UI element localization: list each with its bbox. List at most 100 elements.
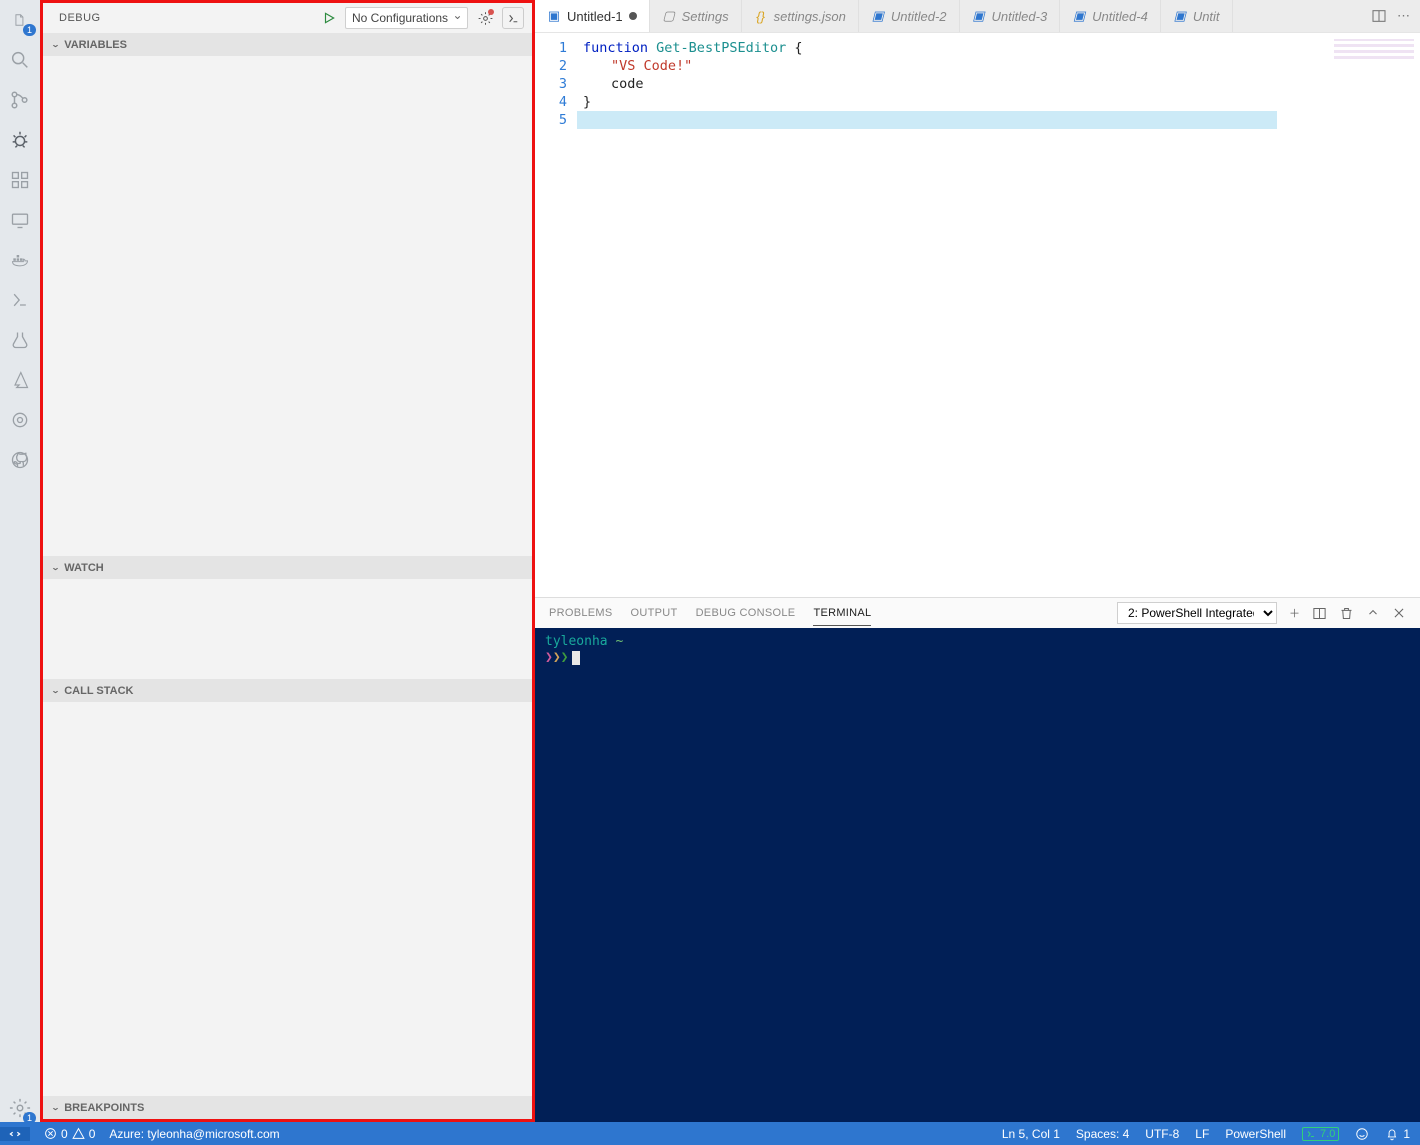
settings-badge: 1	[23, 1112, 36, 1124]
sidebar-header: DEBUG No Configurations	[43, 3, 532, 33]
docker-icon[interactable]	[6, 246, 34, 274]
warning-count: 0	[89, 1127, 96, 1141]
scm-icon[interactable]	[6, 86, 34, 114]
code-content[interactable]: function Get-BestPSEditor { "VS Code!" c…	[577, 33, 1420, 597]
token: code	[611, 76, 644, 92]
status-problems[interactable]: 0 0	[44, 1127, 95, 1141]
split-terminal-icon[interactable]	[1312, 606, 1327, 621]
tab-label: settings.json	[774, 9, 846, 24]
tab-untitled-4[interactable]: ▣ Untitled-4	[1060, 0, 1161, 32]
azure-icon[interactable]	[6, 366, 34, 394]
prompt-chevron: ❯	[553, 650, 561, 665]
tab-label: Untit	[1193, 9, 1220, 24]
status-feedback-icon[interactable]	[1355, 1127, 1369, 1141]
prompt-chevron: ❯	[545, 650, 553, 665]
code-editor[interactable]: 1 2 3 4 5 function Get-BestPSEditor { "V…	[535, 33, 1420, 597]
token: {	[794, 40, 802, 56]
remote-icon[interactable]	[6, 206, 34, 234]
prompt-chevron: ❯	[561, 650, 569, 665]
token-string: "VS Code!"	[611, 58, 692, 74]
debug-console-toggle[interactable]	[502, 7, 524, 29]
line-number: 4	[535, 93, 567, 111]
remote-indicator[interactable]	[0, 1127, 30, 1141]
status-ps-version[interactable]: 7.0	[1302, 1127, 1339, 1141]
chevron-down-icon: ⌄	[51, 563, 60, 572]
tab-untitled-3[interactable]: ▣ Untitled-3	[960, 0, 1061, 32]
tab-untitled-2[interactable]: ▣ Untitled-2	[859, 0, 960, 32]
powershell-file-icon: ▣	[871, 9, 885, 23]
debug-config-select[interactable]: No Configurations	[345, 7, 468, 29]
status-lncol[interactable]: Ln 5, Col 1	[1002, 1127, 1060, 1141]
search-icon[interactable]	[6, 46, 34, 74]
chevron-down-icon: ⌄	[51, 1103, 60, 1112]
terminal-select[interactable]: 2: PowerShell Integrated Con	[1117, 602, 1277, 624]
extensions-icon[interactable]	[6, 166, 34, 194]
tab-label: Untitled-4	[1092, 9, 1148, 24]
minimap[interactable]	[1334, 39, 1414, 59]
test-icon[interactable]	[6, 326, 34, 354]
start-debug-button[interactable]	[319, 8, 339, 28]
close-panel-icon[interactable]	[1392, 606, 1406, 620]
panel-tab-debug-console[interactable]: DEBUG CONSOLE	[696, 607, 796, 619]
tab-settings-json[interactable]: {} settings.json	[742, 0, 859, 32]
split-editor-icon[interactable]	[1371, 8, 1387, 24]
status-spaces[interactable]: Spaces: 4	[1076, 1127, 1129, 1141]
debug-icon[interactable]	[6, 126, 34, 154]
terminal-user: tyleonha	[545, 634, 608, 649]
tab-settings[interactable]: ▢ Settings	[650, 0, 742, 32]
error-count: 0	[61, 1127, 68, 1141]
powershell-ext-icon[interactable]	[6, 286, 34, 314]
line-gutter: 1 2 3 4 5	[535, 33, 577, 597]
maximize-panel-icon[interactable]	[1366, 606, 1380, 620]
app-root: 1	[0, 0, 1420, 1145]
explorer-icon[interactable]: 1	[6, 6, 34, 34]
tab-untitled-5[interactable]: ▣ Untit	[1161, 0, 1233, 32]
file-icon: ▢	[662, 9, 676, 23]
explorer-badge: 1	[23, 24, 36, 36]
debug-sidebar: DEBUG No Configurations ⌄	[40, 0, 535, 1122]
status-notifications[interactable]: 1	[1385, 1127, 1410, 1141]
breakpoints-label: BREAKPOINTS	[64, 1102, 144, 1114]
powershell-file-icon: ▣	[972, 9, 986, 23]
callstack-section-header[interactable]: ⌄ CALL STACK	[43, 679, 532, 702]
configure-debug-button[interactable]	[474, 7, 496, 29]
new-terminal-icon[interactable]: ＋	[1289, 605, 1300, 621]
kill-terminal-icon[interactable]	[1339, 606, 1354, 621]
chevron-down-icon: ⌄	[51, 40, 60, 49]
status-eol[interactable]: LF	[1195, 1127, 1209, 1141]
github-icon[interactable]	[6, 446, 34, 474]
panel-tab-problems[interactable]: PROBLEMS	[549, 607, 613, 619]
token-keyword: function	[583, 40, 648, 56]
status-language[interactable]: PowerShell	[1225, 1127, 1286, 1141]
panel-tab-output[interactable]: OUTPUT	[631, 607, 678, 619]
dirty-indicator	[629, 12, 637, 20]
terminal-path: ~	[615, 634, 623, 649]
status-encoding[interactable]: UTF-8	[1145, 1127, 1179, 1141]
status-azure[interactable]: Azure: tyleonha@microsoft.com	[109, 1127, 279, 1141]
editor-tabs: ▣ Untitled-1 ▢ Settings {} settings.json…	[535, 0, 1420, 33]
watch-section-header[interactable]: ⌄ WATCH	[43, 556, 532, 579]
powershell-file-icon: ▣	[1072, 9, 1086, 23]
terminal-cursor	[572, 651, 580, 665]
tab-label: Untitled-1	[567, 9, 623, 24]
panel-tab-terminal[interactable]: TERMINAL	[813, 607, 871, 626]
line-number: 5	[535, 111, 567, 129]
variables-section-body	[43, 56, 532, 556]
misc-ext-icon[interactable]	[6, 406, 34, 434]
line-highlight	[577, 111, 1277, 129]
callstack-section-body	[43, 702, 532, 1096]
tab-label: Untitled-3	[992, 9, 1048, 24]
powershell-file-icon: ▣	[1173, 9, 1187, 23]
callstack-label: CALL STACK	[64, 685, 133, 697]
main-area: 1	[0, 0, 1420, 1122]
terminal-body[interactable]: tyleonha ~ ❯❯❯	[535, 628, 1420, 1122]
line-number: 2	[535, 57, 567, 75]
breakpoints-section-header[interactable]: ⌄ BREAKPOINTS	[43, 1096, 532, 1119]
more-actions-icon[interactable]: ⋯	[1397, 8, 1410, 24]
settings-icon[interactable]: 1	[6, 1094, 34, 1122]
variables-section-header[interactable]: ⌄ VARIABLES	[43, 33, 532, 56]
panel-tabs: PROBLEMS OUTPUT DEBUG CONSOLE TERMINAL 2…	[535, 598, 1420, 628]
tab-label: Untitled-2	[891, 9, 947, 24]
tab-untitled-1[interactable]: ▣ Untitled-1	[535, 0, 650, 32]
editor-area: ▣ Untitled-1 ▢ Settings {} settings.json…	[535, 0, 1420, 1122]
